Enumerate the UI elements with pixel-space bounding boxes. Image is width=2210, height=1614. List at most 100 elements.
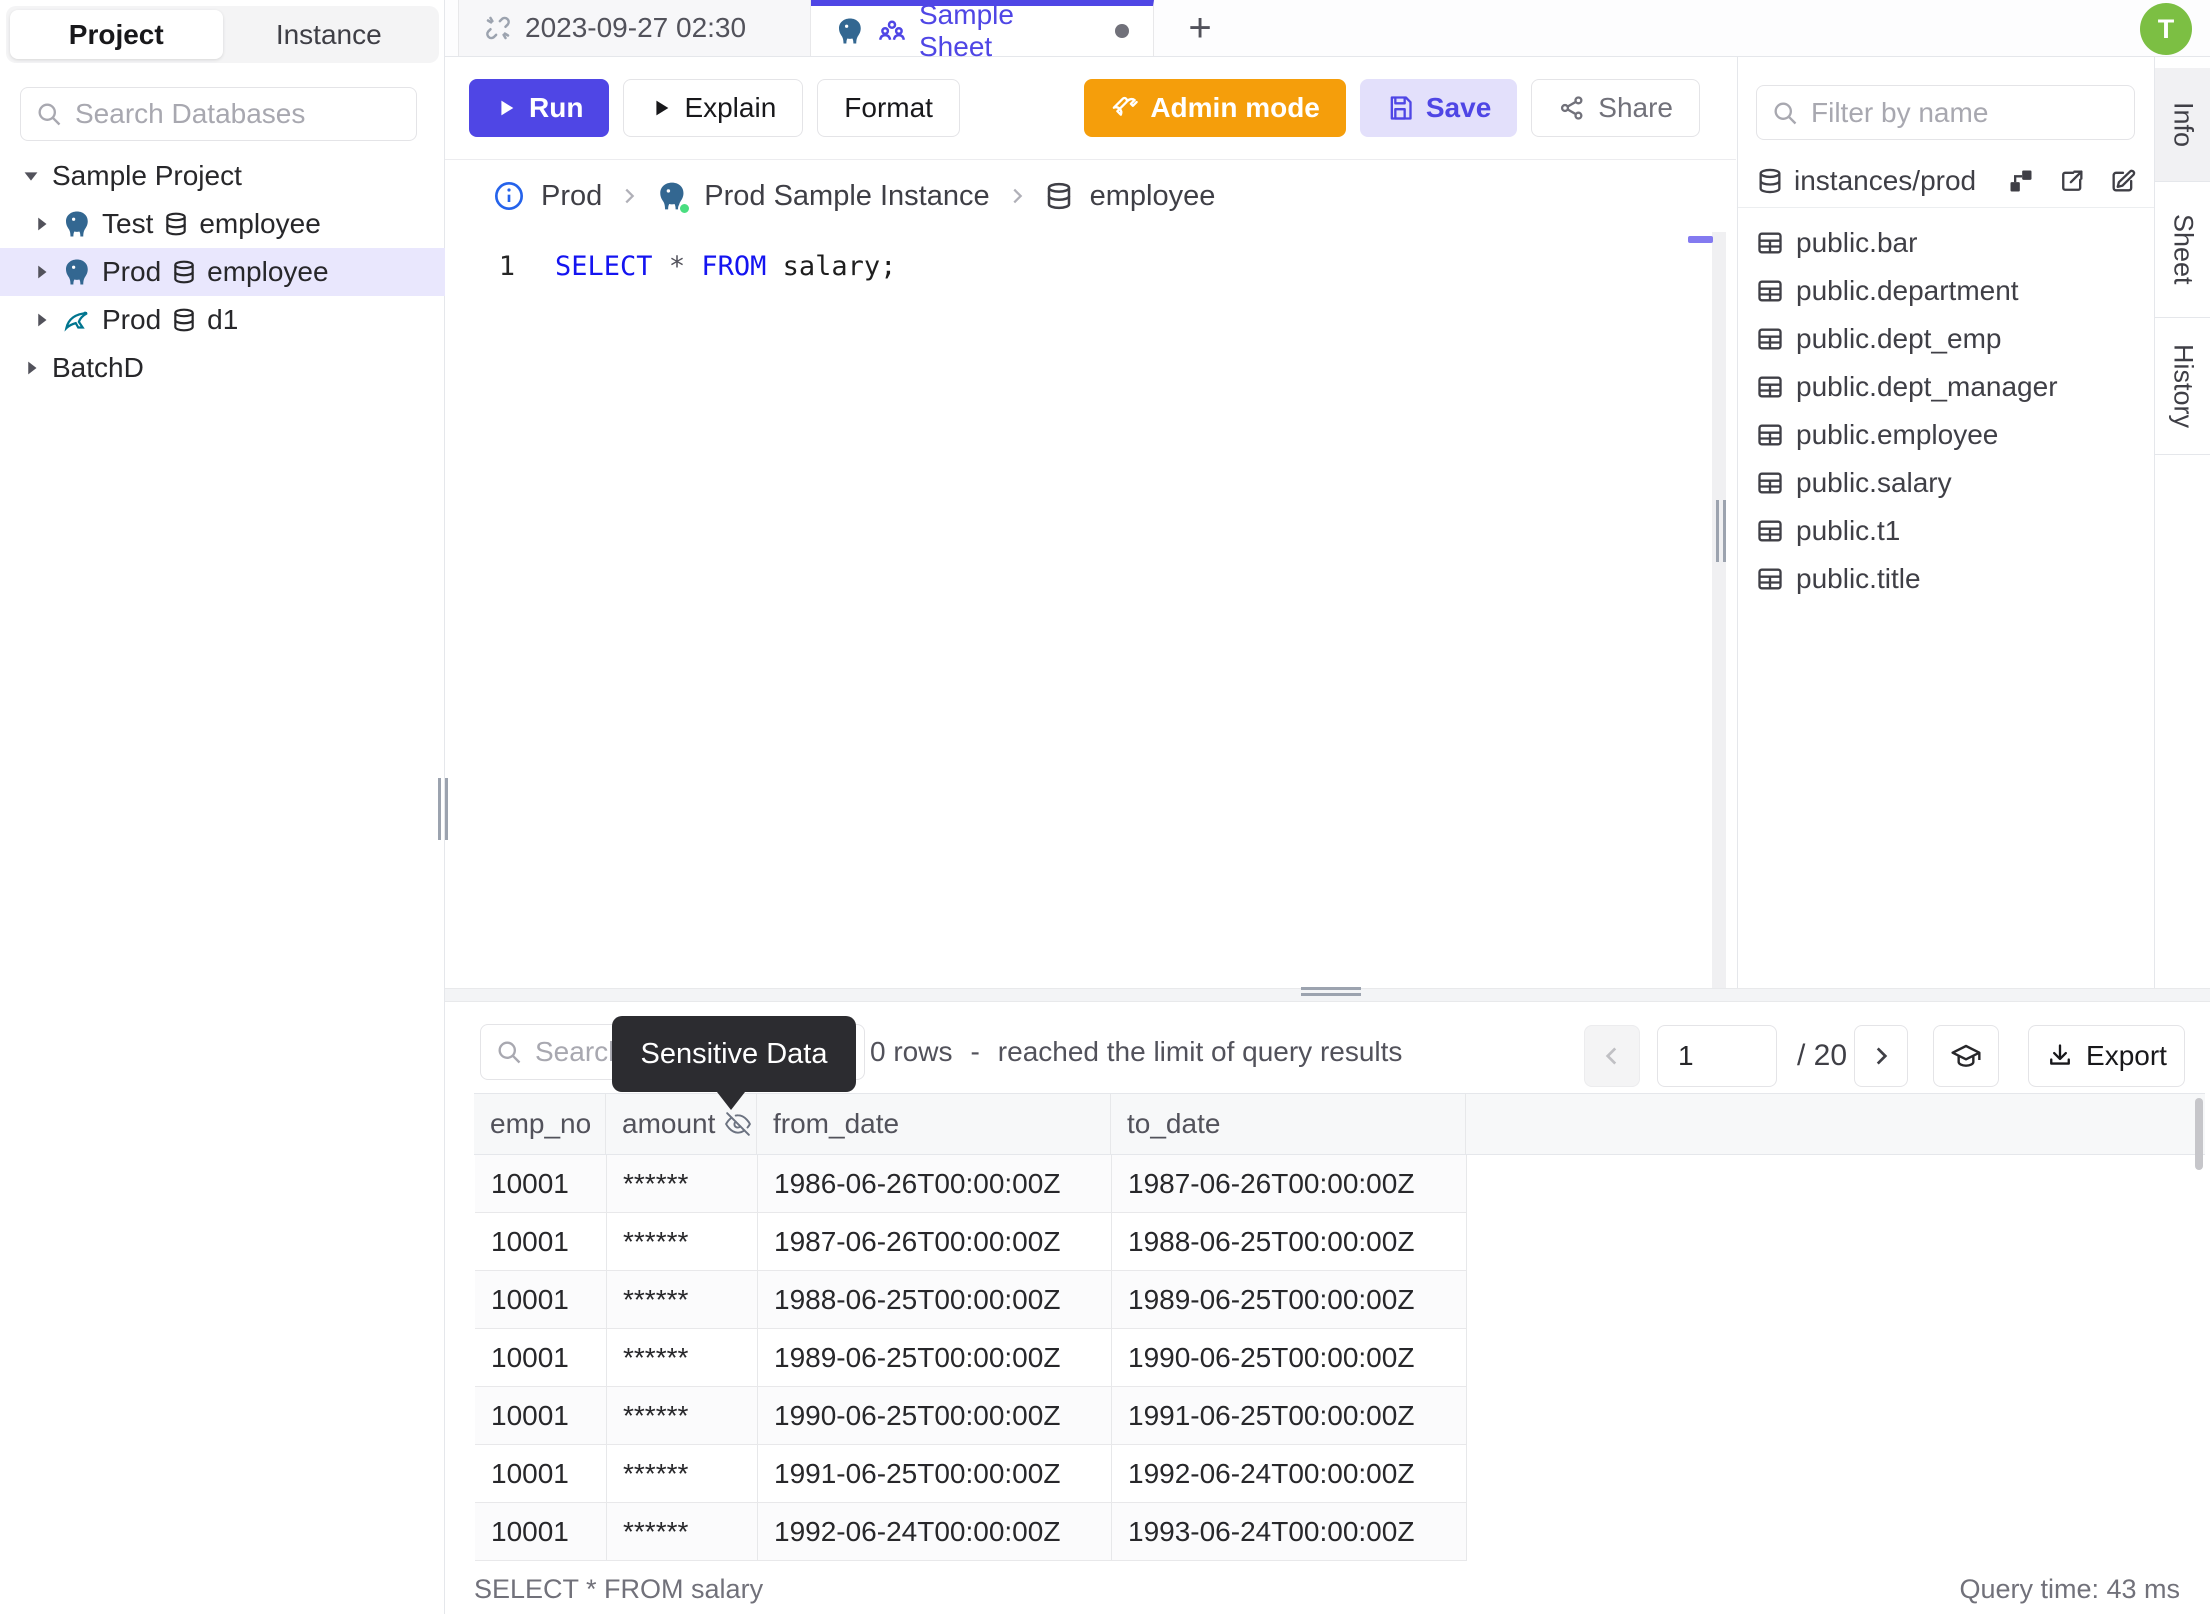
table-list-item[interactable]: public.title [1738,555,2155,603]
tree-node-prod-employee[interactable]: Prod employee [0,248,445,296]
results-summary: 0 rows - reached the limit of query resu… [870,1024,1402,1080]
wrench-icon [1110,94,1139,122]
tree-node-sample-project[interactable]: Sample Project [0,152,445,200]
table-row[interactable]: 10001 ****** 1989-06-25T00:00:00Z 1990-0… [474,1329,2205,1387]
table-row[interactable]: 10001 ****** 1991-06-25T00:00:00Z 1992-0… [474,1445,2205,1503]
tree-node-batchd[interactable]: BatchD [0,344,445,392]
cell: 1987-06-26T00:00:00Z [758,1213,1112,1271]
table-filter[interactable] [1756,85,2135,140]
env-label: Prod [102,304,162,335]
run-button[interactable]: Run [469,79,610,137]
mysql-icon [62,305,92,335]
table-icon [1756,277,1784,305]
page-number-input[interactable] [1657,1025,1777,1087]
next-page-button[interactable] [1854,1025,1908,1087]
sheet-tab-unsaved[interactable]: 2023-09-27 02:30 [458,0,811,56]
admin-mode-button[interactable]: Admin mode [1084,79,1346,137]
table-name: public.title [1796,563,1921,594]
info-icon[interactable] [493,180,525,212]
graduation-cap-icon-button[interactable] [1933,1025,1999,1087]
tooltip-arrow [717,1092,745,1110]
postgres-icon [62,209,92,239]
table-list-item[interactable]: public.salary [1738,459,2155,507]
sidebar-resize-handle[interactable] [438,778,450,840]
tree-node-test-employee[interactable]: Test employee [0,200,445,248]
external-link-icon[interactable] [2058,167,2086,195]
table-row[interactable]: 10001 ****** 1987-06-26T00:00:00Z 1988-0… [474,1213,2205,1271]
env-label: Prod [102,256,162,287]
cell: 1990-06-25T00:00:00Z [758,1387,1112,1445]
column-header-emp-no[interactable]: emp_no [474,1094,606,1154]
database-search[interactable] [20,87,417,141]
editor-scrollbar-track[interactable] [1712,232,1726,988]
cell: 1989-06-25T00:00:00Z [758,1329,1112,1387]
table-list-item[interactable]: public.dept_emp [1738,315,2155,363]
tree-node-prod-d1[interactable]: Prod d1 [0,296,445,344]
cell: 1992-06-24T00:00:00Z [1112,1445,1467,1503]
line-number: 1 [498,251,515,282]
cell-masked: ****** [607,1503,758,1561]
table-list: public.bar public.department public.dept… [1738,219,2155,603]
tab-history[interactable]: History [2155,318,2210,455]
table-name: public.dept_emp [1796,323,2002,354]
table-scrollbar[interactable] [2195,1098,2203,1170]
cell: 1987-06-26T00:00:00Z [1112,1155,1467,1213]
left-sidebar: Project Instance Sample Project Test emp… [0,0,445,1614]
table-list-item[interactable]: public.dept_manager [1738,363,2155,411]
table-list-item[interactable]: public.bar [1738,219,2155,267]
column-header-from-date[interactable]: from_date [757,1094,1111,1154]
sheet-tab-label: 2023-09-27 02:30 [525,12,747,43]
export-button[interactable]: Export [2028,1025,2185,1087]
caret-down-icon[interactable] [20,165,42,187]
caret-right-icon[interactable] [20,357,42,379]
caret-right-icon[interactable] [30,213,52,235]
db-label: employee [199,208,321,239]
cell: 1988-06-25T00:00:00Z [1112,1213,1467,1271]
format-button[interactable]: Format [817,79,960,137]
breadcrumb-instance[interactable]: Prod Sample Instance [704,180,989,213]
table-list-item[interactable]: public.department [1738,267,2155,315]
users-icon [877,16,907,46]
tab-project[interactable]: Project [10,10,223,59]
env-label: Test [102,208,154,239]
caret-right-icon[interactable] [30,261,52,283]
table-row[interactable]: 10001 ****** 1992-06-24T00:00:00Z 1993-0… [474,1503,2205,1561]
sql-editor[interactable]: 1 SELECT * FROM salary; [445,232,1736,988]
connection-breadcrumb: Prod Prod Sample Instance employee [445,160,1736,232]
code-line: 1 SELECT * FROM salary; [445,246,897,288]
panel-resize-handle[interactable] [1716,500,1728,562]
breadcrumb-environment[interactable]: Prod [541,180,602,213]
database-search-input[interactable] [75,98,402,130]
eye-off-icon[interactable] [725,1111,752,1137]
table-list-item[interactable]: public.employee [1738,411,2155,459]
edit-icon[interactable] [2109,167,2137,195]
sheet-tab-active[interactable]: Sample Sheet [811,0,1154,62]
explain-button[interactable]: Explain [623,79,804,137]
table-filter-input[interactable] [1811,96,2120,129]
save-button[interactable]: Save [1359,79,1518,137]
add-tab-button[interactable]: + [1170,0,1230,56]
tab-instance[interactable]: Instance [223,10,436,59]
prev-page-button[interactable] [1584,1025,1640,1087]
table-row[interactable]: 10001 ****** 1990-06-25T00:00:00Z 1991-0… [474,1387,2205,1445]
table-list-item[interactable]: public.t1 [1738,507,2155,555]
table-row[interactable]: 10001 ****** 1986-06-26T00:00:00Z 1987-0… [474,1155,2205,1213]
schema-diagram-icon[interactable] [2007,167,2035,195]
summary-separator: - [970,1036,980,1067]
cell: 1993-06-24T00:00:00Z [1112,1503,1467,1561]
table-row[interactable]: 10001 ****** 1988-06-25T00:00:00Z 1989-0… [474,1271,2205,1329]
avatar[interactable]: T [2140,3,2192,55]
cell: 10001 [475,1387,607,1445]
rows-count: 0 rows [870,1036,953,1067]
caret-right-icon[interactable] [30,309,52,331]
tab-info[interactable]: Info [2155,68,2210,182]
breadcrumb-database[interactable]: employee [1090,180,1216,213]
column-header-to-date[interactable]: to_date [1111,1094,1466,1154]
share-button[interactable]: Share [1531,79,1700,137]
database-icon [163,211,189,237]
db-label: d1 [207,304,239,335]
results-resize-handle[interactable] [1301,987,1361,997]
right-tab-strip: Info Sheet History [2154,57,2210,988]
tab-sheet[interactable]: Sheet [2155,182,2210,318]
cell-masked: ****** [607,1271,758,1329]
